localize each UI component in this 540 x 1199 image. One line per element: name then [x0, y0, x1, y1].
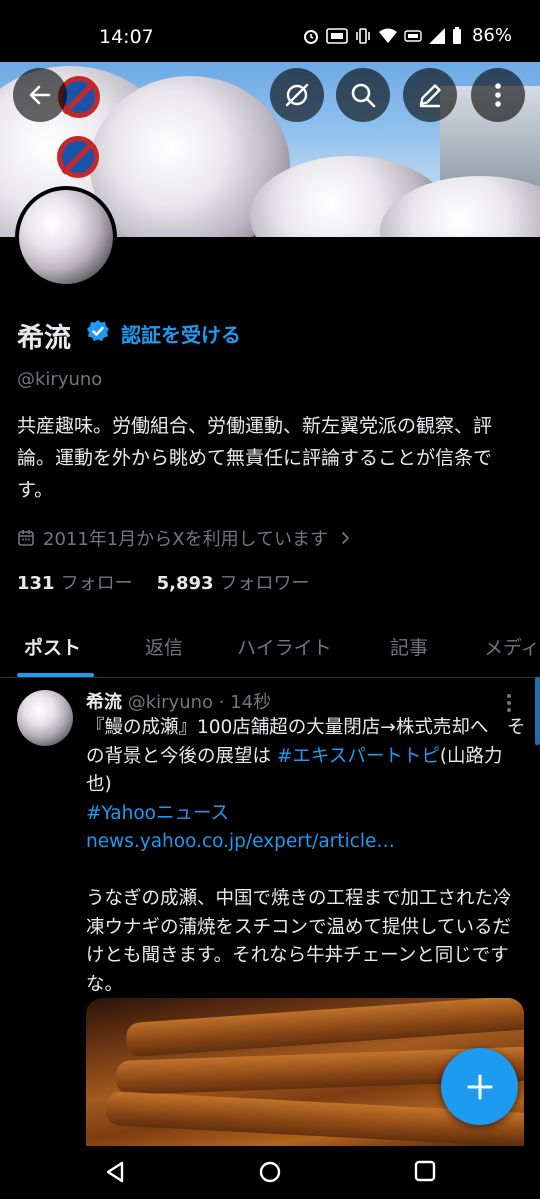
post-body: うなぎの成瀬、中国で焼きの工程まで加工された冷凍ウナギの蒲焼をスチコンで温めて提… [86, 888, 512, 995]
follow-stats: 131 フォロー 5,893 フォロワー [17, 569, 310, 595]
signal-icon [428, 27, 445, 44]
alarm-icon [303, 29, 318, 44]
post-text: 『鰻の成瀬』100店舗超の大量閉店→株式売却へ その背景と今後の展望は #エキス… [86, 714, 526, 999]
vibrate-icon [356, 27, 370, 44]
profile-avatar[interactable] [15, 186, 117, 288]
back-arrow-icon [29, 85, 51, 105]
calendar-icon [18, 530, 34, 546]
profile-bio: 共産趣味。労働組合、労働運動、新左翼党派の観察、評論。運動を外から眺めて無責任に… [17, 415, 493, 501]
post-author[interactable]: 希流 [86, 692, 122, 713]
nav-home-icon[interactable] [258, 1160, 282, 1184]
search-icon [351, 83, 376, 108]
grok-button[interactable] [270, 68, 324, 122]
following-label[interactable]: フォロー [61, 569, 133, 595]
status-time: 14:07 [99, 26, 154, 48]
battery-percent: 86% [471, 25, 512, 46]
joined-date[interactable]: 2011年1月からXを利用しています [17, 525, 354, 551]
post-url[interactable]: news.yahoo.co.jp/expert/article… [86, 831, 395, 852]
edit-icon [419, 84, 441, 108]
post-handle[interactable]: @kiryuno [128, 692, 213, 713]
wifi-icon [378, 28, 397, 43]
more-options-button[interactable] [471, 68, 525, 122]
more-vertical-icon [495, 83, 501, 107]
post-separator: · [218, 692, 225, 713]
post-avatar[interactable] [17, 690, 73, 746]
following-count[interactable]: 131 [17, 573, 55, 594]
profile-tabs: ポスト 返信 ハイライト 記事 メディア [0, 618, 540, 678]
refresh-rate-icon [326, 27, 348, 44]
profile-name: 希流 [17, 323, 71, 354]
followers-label[interactable]: フォロワー [220, 569, 310, 595]
status-icons: 86% [302, 25, 512, 46]
verified-badge-icon[interactable] [86, 319, 110, 343]
post-more-icon[interactable] [505, 693, 513, 713]
post-hashtag-yahoo[interactable]: #Yahooニュース [86, 803, 229, 824]
active-tab-indicator [17, 673, 94, 677]
chevron-right-icon [342, 532, 349, 544]
post-header: 希流 @kiryuno · 14秒 [86, 688, 271, 714]
battery-icon [452, 26, 461, 44]
back-button[interactable] [13, 68, 67, 122]
grok-icon [285, 83, 309, 107]
followers-count[interactable]: 5,893 [157, 573, 214, 594]
compose-post-button[interactable] [441, 1048, 518, 1125]
post-time[interactable]: 14秒 [230, 692, 271, 713]
profile-handle: @kiryuno [17, 369, 103, 390]
no-parking-sign [57, 136, 99, 178]
plus-icon [467, 1074, 492, 1099]
post-hashtag-expert[interactable]: #エキスパートトピ [277, 746, 440, 767]
tab-posts[interactable]: ポスト [24, 633, 81, 660]
volte-icon [404, 29, 422, 42]
search-button[interactable] [336, 68, 390, 122]
joined-text: 2011年1月からXを利用しています [43, 529, 329, 550]
nav-back-icon[interactable] [103, 1160, 127, 1184]
tab-articles[interactable]: 記事 [390, 633, 428, 660]
scrollbar-thumb[interactable] [535, 677, 540, 745]
system-nav-bar [0, 1146, 540, 1199]
tab-replies[interactable]: 返信 [145, 633, 183, 660]
tab-media[interactable]: メディア [484, 633, 540, 660]
nav-recents-icon[interactable] [414, 1160, 436, 1182]
edit-button[interactable] [403, 68, 457, 122]
get-verified-link[interactable]: 認証を受ける [121, 319, 241, 348]
status-bar: 14:07 86% [0, 0, 540, 62]
tab-highlights[interactable]: ハイライト [237, 633, 332, 660]
